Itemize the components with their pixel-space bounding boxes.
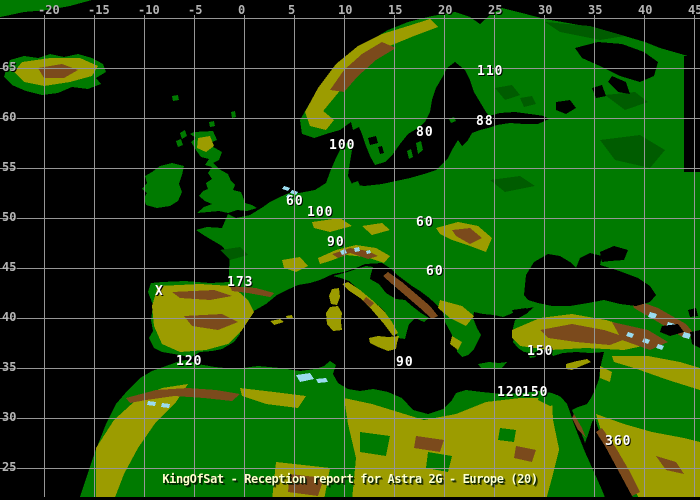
lon-label: 25	[488, 3, 503, 17]
europe-terrain-map	[0, 0, 700, 500]
signal-marker: 88	[476, 114, 494, 129]
lon-label: 20	[438, 3, 453, 17]
signal-marker: 173	[227, 275, 254, 290]
signal-marker: X	[155, 284, 164, 299]
lat-gridline	[0, 368, 700, 369]
orkney	[209, 121, 215, 127]
signal-marker: 60	[286, 194, 304, 209]
lon-gridline	[94, 15, 95, 497]
lon-gridline	[144, 15, 145, 497]
lat-gridline	[0, 18, 700, 19]
lat-label: 40	[2, 310, 17, 324]
lon-label: -15	[88, 3, 110, 17]
signal-marker: 60	[426, 264, 444, 279]
lat-gridline	[0, 168, 700, 169]
lon-label: 35	[588, 3, 603, 17]
faroe	[172, 95, 179, 101]
lon-label: 0	[238, 3, 246, 17]
signal-marker: 100	[329, 138, 356, 153]
lat-gridline	[0, 118, 700, 119]
lon-gridline	[594, 15, 595, 497]
lat-label: 50	[2, 210, 17, 224]
map-title: KingOfSat - Reception report for Astra 2…	[162, 472, 538, 486]
lat-label: 45	[2, 260, 17, 274]
lon-gridline	[694, 15, 695, 497]
lat-label: 60	[2, 110, 17, 124]
lon-label: -10	[138, 3, 160, 17]
lon-gridline	[44, 15, 45, 497]
lon-gridline	[244, 15, 245, 497]
lat-label: 30	[2, 410, 17, 424]
lon-label: 15	[388, 3, 403, 17]
lat-gridline	[0, 68, 700, 69]
signal-marker: 90	[396, 355, 414, 370]
lat-label: 35	[2, 360, 17, 374]
signal-marker: 150	[527, 344, 554, 359]
signal-marker: 360	[605, 434, 632, 449]
lon-label: 45	[688, 3, 700, 17]
lon-gridline	[394, 15, 395, 497]
signal-marker: 100	[307, 205, 334, 220]
lat-gridline	[0, 268, 700, 269]
lon-gridline	[294, 15, 295, 497]
signal-marker: 90	[327, 235, 345, 250]
lon-label: -5	[188, 3, 203, 17]
lat-gridline	[0, 218, 700, 219]
lon-label: 30	[538, 3, 553, 17]
lat-gridline	[0, 418, 700, 419]
reception-map: -20 -15 -10 -5 0 5 10 15 20 25 30 35 40 45 65 60 55 50 45 4…	[0, 0, 700, 500]
signal-marker: 60	[416, 215, 434, 230]
lon-gridline	[644, 15, 645, 497]
map-edge-strip	[684, 56, 700, 172]
lon-gridline	[444, 15, 445, 497]
lon-gridline	[194, 15, 195, 497]
lon-gridline	[544, 15, 545, 497]
lon-gridline	[494, 15, 495, 497]
lon-label: -20	[38, 3, 60, 17]
signal-marker: 80	[416, 125, 434, 140]
signal-marker: 120	[497, 385, 524, 400]
signal-marker: 110	[477, 64, 504, 79]
lon-label: 10	[338, 3, 353, 17]
lon-label: 5	[288, 3, 296, 17]
lat-gridline	[0, 468, 700, 469]
lon-gridline	[344, 15, 345, 497]
signal-marker: 150	[522, 385, 549, 400]
lat-label: 55	[2, 160, 17, 174]
signal-marker: 120	[176, 354, 203, 369]
lat-gridline	[0, 318, 700, 319]
lat-label: 25	[2, 460, 17, 474]
lat-label: 65	[2, 60, 17, 74]
lon-label: 40	[638, 3, 653, 17]
